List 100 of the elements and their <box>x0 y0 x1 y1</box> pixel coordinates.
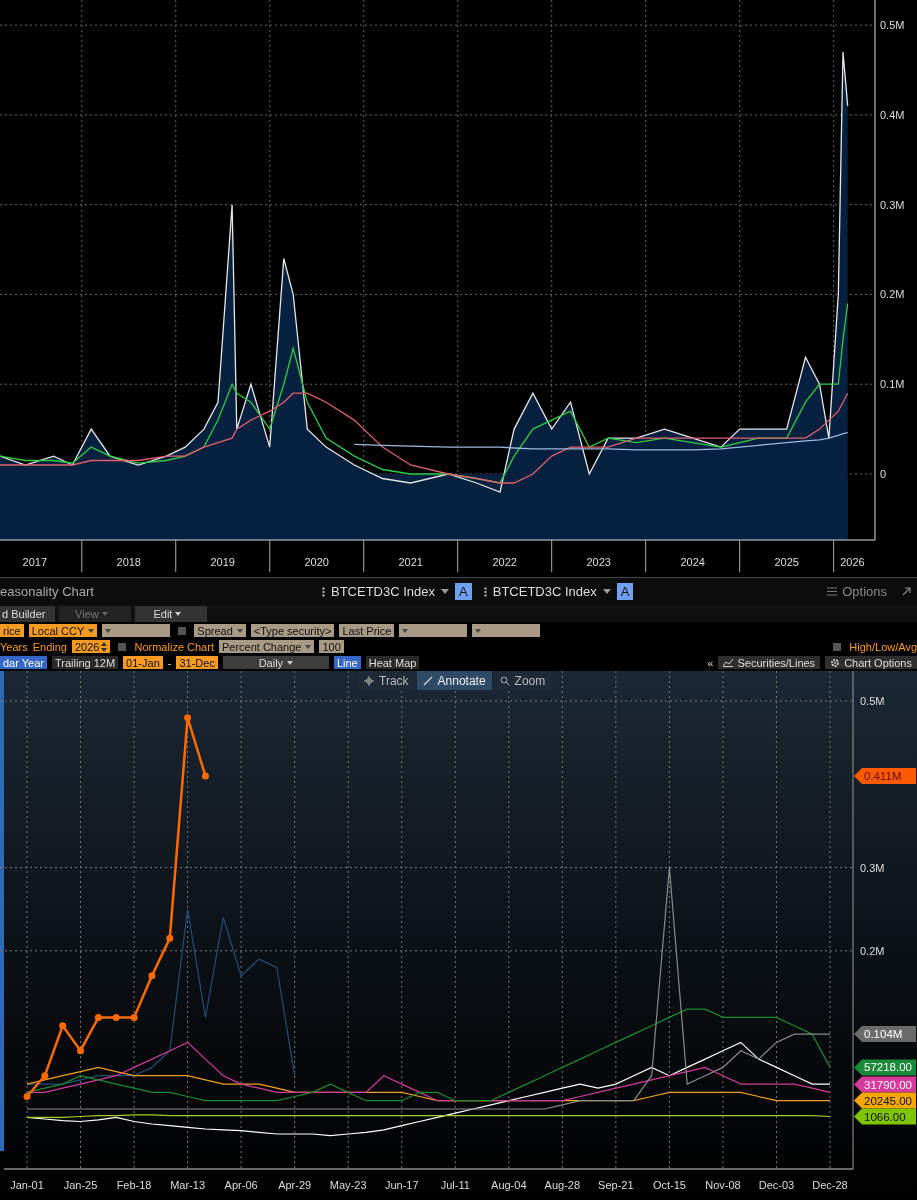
caret-icon <box>236 628 243 633</box>
panel-button[interactable]: Securities/Lines <box>718 656 821 669</box>
axis-label: 2025 <box>774 556 799 568</box>
dropdown[interactable]: Local CCY <box>28 624 98 637</box>
axis-label: 0.5M <box>880 19 905 32</box>
caret-icon <box>175 611 182 616</box>
caret-icon <box>305 644 312 649</box>
toggle-button[interactable]: Trailing 12M <box>52 656 119 669</box>
axis-label: 2019 <box>210 556 235 568</box>
axis-label: 2024 <box>680 556 705 568</box>
data-point <box>59 1022 67 1030</box>
axis-label: Jan-01 <box>10 1179 44 1191</box>
axis-label: 2022 <box>492 556 517 568</box>
window-title: easonality Chart <box>0 584 95 599</box>
crosshair-icon <box>364 675 374 686</box>
dropdown[interactable] <box>472 624 541 637</box>
menu-button[interactable]: d Builder <box>0 605 56 622</box>
dropdown[interactable] <box>102 624 171 637</box>
security-dropdown[interactable]: BTCETD3C Index <box>492 584 597 599</box>
axis-label: 0.2M <box>880 288 905 301</box>
axis-label: 0.2M <box>860 944 885 957</box>
toggle-button[interactable]: Line <box>333 656 361 669</box>
axis-label: Aug-28 <box>544 1179 581 1191</box>
security-badge[interactable]: A <box>616 583 634 600</box>
axis-label: Jun-17 <box>384 1179 419 1191</box>
checkbox[interactable] <box>118 642 127 651</box>
pencil-icon <box>422 675 433 686</box>
caret-icon[interactable] <box>602 589 611 594</box>
expand-icon[interactable] <box>902 587 911 596</box>
data-point <box>112 1013 120 1021</box>
axis-label: 0.5M <box>860 695 885 707</box>
input-field[interactable]: 100 <box>319 640 344 653</box>
caret-icon <box>88 628 95 633</box>
axis-label: Sep-21 <box>598 1179 634 1191</box>
axis-label: Dec-03 <box>758 1179 795 1191</box>
field-label: Years <box>0 640 28 653</box>
data-point <box>77 1047 85 1055</box>
drag-handle-icon[interactable] <box>483 586 487 597</box>
value-tag: 0.104M <box>854 1026 916 1043</box>
field-label: Ending <box>32 640 67 653</box>
input-field[interactable]: 01-Jan <box>123 656 163 669</box>
axis-label: Apr-29 <box>278 1179 312 1191</box>
dropdown[interactable]: Percent Change <box>218 640 315 653</box>
gear-icon <box>830 657 841 668</box>
dropdown[interactable]: Spread <box>194 624 246 637</box>
collapse-button[interactable]: « <box>707 656 714 669</box>
checkbox[interactable] <box>178 626 187 635</box>
toggle-button[interactable]: dar Year <box>0 656 47 669</box>
axis-label: 2023 <box>586 556 611 568</box>
chart-tool-button[interactable]: Annotate <box>416 671 492 690</box>
input-field[interactable]: Last Price <box>339 624 395 637</box>
axis-label: Mar-13 <box>170 1179 205 1191</box>
checkbox[interactable] <box>833 642 842 651</box>
value-tag: 0.411M <box>854 767 916 784</box>
price-tag: rice <box>0 624 24 637</box>
axis-label: May-23 <box>329 1179 367 1191</box>
axis-label: Oct-15 <box>652 1179 686 1191</box>
drag-handle-icon[interactable] <box>322 586 325 597</box>
axis-label: 2021 <box>398 556 423 568</box>
axis-label: 2020 <box>304 556 329 568</box>
axis-label: 0.4M <box>880 108 905 121</box>
data-point <box>148 972 156 980</box>
caret-icon <box>105 628 112 633</box>
axis-label: Nov-08 <box>705 1179 741 1191</box>
toggle-button[interactable]: Heat Map <box>365 656 420 669</box>
axis-label: 2018 <box>116 556 141 568</box>
data-point <box>166 934 174 942</box>
panel-button[interactable]: Chart Options <box>825 656 917 669</box>
value-tag: 31790.00 <box>854 1076 916 1093</box>
caret-icon <box>475 628 482 633</box>
dropdown[interactable]: Daily <box>222 656 329 669</box>
axis-label: 0.1M <box>880 378 905 391</box>
axis-label: Jul-11 <box>440 1179 470 1191</box>
caret-icon <box>402 628 409 633</box>
data-point <box>94 1013 102 1021</box>
caret-icon[interactable] <box>441 589 450 594</box>
field-label: High/Low/Avg <box>849 640 917 653</box>
axis-label: 0.3M <box>860 861 885 874</box>
input-field[interactable]: <Type security> <box>250 624 335 637</box>
menu-button[interactable]: Edit <box>135 605 208 622</box>
caret-icon <box>287 660 294 665</box>
value-tag: 57218.00 <box>854 1059 916 1076</box>
axis-label: Jan-25 <box>63 1179 98 1191</box>
data-point <box>130 1013 138 1021</box>
year-spinner[interactable]: 2026 <box>72 640 111 653</box>
chart-tool-button[interactable]: Track <box>358 671 415 690</box>
security-badge[interactable]: A <box>455 583 472 600</box>
dropdown[interactable] <box>399 624 468 637</box>
axis-label: 0 <box>880 468 887 480</box>
caret-icon <box>101 611 108 616</box>
axis-label: 2026 <box>840 556 865 568</box>
axis-label: 2017 <box>22 556 47 568</box>
security-dropdown[interactable]: BTCETD3C Index <box>331 584 436 599</box>
spinner-arrows-icon[interactable] <box>101 640 108 653</box>
menu-icon[interactable] <box>827 587 838 596</box>
chart-tool-button[interactable]: Zoom <box>493 671 552 690</box>
axis-label: 0.3M <box>880 198 905 211</box>
options-link[interactable]: Options <box>842 584 887 599</box>
axis-label: Apr-06 <box>224 1179 258 1191</box>
input-field[interactable]: 31-Dec <box>176 656 218 669</box>
